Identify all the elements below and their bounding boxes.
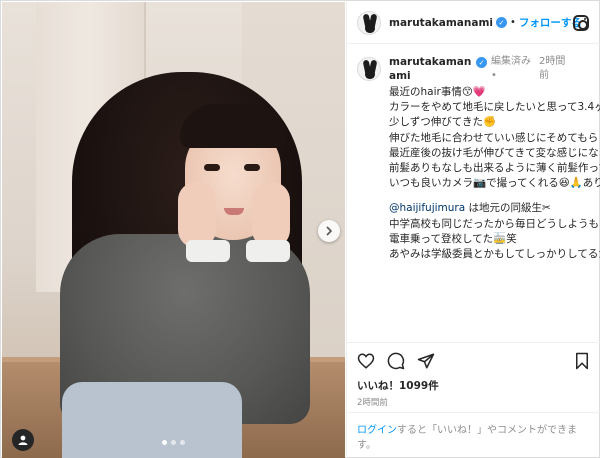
header-username[interactable]: marutakamanami [389,17,493,29]
caption-line: 前髪ありもなしも出来るように薄く前髪作ってくれた✂🖤 [389,162,600,175]
avatar[interactable] [357,57,381,81]
carousel-dot [162,440,167,445]
edited-label: 編集済み • [491,56,531,81]
like-count[interactable]: いいね！1099件 [357,378,439,393]
left-hand [178,182,216,248]
right-cuff [246,240,290,262]
caption-line: 電車乗って登校してた🚋笑 [389,232,517,245]
caption-header: marutakamanami ✓ 編集済み • 2時間前 [357,55,589,83]
bangs [180,104,286,148]
instagram-embed: marutakamanami ✓ • フォローする marutakamanami… [0,0,600,458]
caption-line: 最近のhair事情😙💗 [389,86,486,98]
mention-link[interactable]: @haijifujimura [389,202,465,214]
jeans [62,382,242,458]
bookmark-icon[interactable] [573,352,591,370]
carousel-dot [171,440,176,445]
post-header: marutakamanami ✓ • フォローする [347,2,600,44]
post-sidebar: marutakamanami ✓ • フォローする marutakamanami… [346,2,600,458]
heart-icon[interactable] [357,352,375,370]
left-eye [204,164,220,171]
carousel-dot [180,440,185,445]
chevron-right-icon[interactable] [318,220,340,242]
caption-line: あやみは学級委員とかもしてしっかりしてるから [389,248,600,261]
separator: • [509,17,516,28]
post-timestamp: 2時間前 [357,398,388,408]
right-hand [252,182,290,248]
caption-text: 最近のhair事情😙💗 カラーをやめて地毛に戻したいと思って3.4ヶ月... 少… [389,85,600,262]
carousel-indicator [162,440,185,445]
login-prompt: ログインすると「いいね！」やコメントができます。 [347,412,600,458]
action-bar [347,342,600,376]
caption-line: 最近産後の抜け毛が伸びてきて変な感じになってたので [389,146,600,159]
caption-area[interactable]: marutakamanami ✓ 編集済み • 2時間前 最近のhair事情😙💗… [347,45,600,342]
caption-line: 伸びた地毛に合わせていい感じにそめてもらってるよ😋 [389,131,600,144]
caption-line: いつも良いカメラ📷で撮ってくれる😆🙏ありがとう💝 [389,177,600,190]
user-tag-icon[interactable] [12,429,34,451]
instagram-icon[interactable] [573,15,589,31]
avatar[interactable] [357,10,381,35]
post-photo[interactable] [2,2,345,458]
right-eye [244,164,260,171]
verified-badge-icon: ✓ [476,57,487,68]
caption-line: 中学高校も同じだったから毎日どうしようもない私と [389,217,600,230]
comment-icon[interactable] [387,352,405,370]
caption-line: @haijifujimura は地元の同級生✂ [389,202,551,215]
caption-username[interactable]: marutakamanami [389,55,473,83]
caption-line: 少しずつ伸びてきた✊ [389,116,497,129]
verified-badge-icon: ✓ [495,17,507,28]
login-link[interactable]: ログイン [357,425,397,436]
caption-line: カラーをやめて地毛に戻したいと思って3.4ヶ月... [389,101,600,114]
share-icon[interactable] [417,352,435,370]
caption-time: 2時間前 [539,56,566,81]
left-cuff [186,240,230,262]
